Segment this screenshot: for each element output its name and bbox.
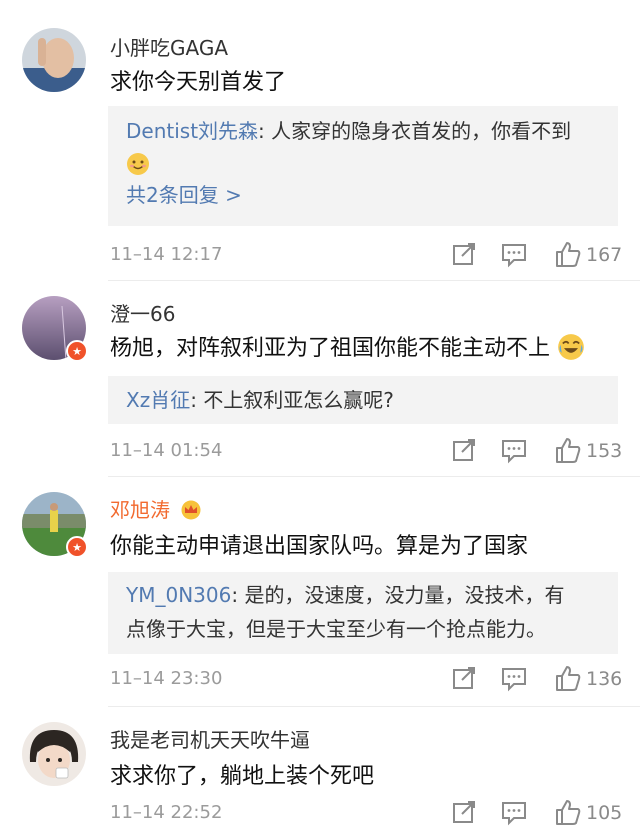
reply-text: 人家穿的隐身衣首发的，你看不到 <box>271 119 572 143</box>
avatar-wrapper: ★ <box>22 492 88 558</box>
username[interactable]: 澄一66 <box>110 298 175 327</box>
reply-line: Dentist刘先森: 人家穿的隐身衣首发的，你看不到 <box>126 119 572 143</box>
reply-box[interactable]: Dentist刘先森: 人家穿的隐身衣首发的，你看不到 共2条回复 > <box>108 106 618 226</box>
timestamp: 11–14 22:52 <box>110 802 223 823</box>
comment-footer: 11–14 23:30 136 <box>110 664 622 694</box>
timestamp: 11–14 12:17 <box>110 244 223 265</box>
laugh-cry-emoji-icon <box>558 334 584 360</box>
like-count: 105 <box>586 802 623 824</box>
smile-emoji-icon <box>127 153 149 175</box>
comment-text: 你能主动申请退出国家队吗。算是为了国家 <box>110 534 529 559</box>
more-replies-link[interactable]: 共2条回复 > <box>126 178 600 212</box>
reply-username[interactable]: Dentist刘先森 <box>126 119 258 143</box>
timestamp: 11–14 23:30 <box>110 668 223 689</box>
reply-text: 不上叙利亚怎么赢呢? <box>203 388 394 412</box>
comment-text: 求你今天别首发了 <box>110 70 287 95</box>
comment-footer: 11–14 22:52 105 <box>110 798 622 828</box>
username[interactable]: 小胖吃GAGA <box>110 32 228 61</box>
like-icon[interactable] <box>554 240 582 268</box>
comment-icon[interactable] <box>500 664 528 692</box>
like-icon[interactable] <box>554 664 582 692</box>
reply-box[interactable]: Xz肖征: 不上叙利亚怎么赢呢? <box>108 376 618 424</box>
share-icon[interactable] <box>450 664 478 692</box>
comment-item: 小胖吃GAGA 求你今天别首发了 Dentist刘先森: 人家穿的隐身衣首发的，… <box>0 0 640 282</box>
comment-icon[interactable] <box>500 798 528 826</box>
avatar-wrapper: ★ <box>22 296 88 362</box>
comment-icon[interactable] <box>500 436 528 464</box>
comment-text: 杨旭，对阵叙利亚为了祖国你能不能主动不上 <box>110 330 585 362</box>
reply-username[interactable]: Xz肖征 <box>126 388 190 412</box>
verified-badge-icon: ★ <box>66 536 88 558</box>
username[interactable]: 我是老司机天天吹牛逼 <box>110 724 310 753</box>
share-icon[interactable] <box>450 436 478 464</box>
avatar[interactable] <box>22 28 86 92</box>
comment-footer: 11–14 01:54 153 <box>110 436 622 466</box>
comment-item: 我是老司机天天吹牛逼 求求你了，躺地上装个死吧 11–14 22:52 105 <box>0 706 640 836</box>
like-icon[interactable] <box>554 798 582 826</box>
verified-badge-icon: ★ <box>66 340 88 362</box>
comment-item: ★ 澄一66 杨旭，对阵叙利亚为了祖国你能不能主动不上 Xz肖征: 不上叙利亚怎… <box>0 280 640 476</box>
username[interactable]: 邓旭涛 <box>110 494 202 523</box>
comment-text-content: 杨旭，对阵叙利亚为了祖国你能不能主动不上 <box>110 336 551 361</box>
like-count: 153 <box>586 440 623 462</box>
username-text: 邓旭涛 <box>110 498 170 522</box>
comment-footer: 11–14 12:17 167 <box>110 240 622 270</box>
share-icon[interactable] <box>450 240 478 268</box>
comment-icon[interactable] <box>500 240 528 268</box>
crown-icon <box>181 500 201 520</box>
reply-emoji-line <box>126 148 600 178</box>
reply-username[interactable]: YM_0N306 <box>126 583 231 607</box>
avatar[interactable] <box>22 722 86 786</box>
comment-item: ★ 邓旭涛 你能主动申请退出国家队吗。算是为了国家 YM_0N306: 是的，没… <box>0 476 640 706</box>
reply-text-continued: 点像于大宝，但是于大宝至少有一个抢点能力。 <box>126 617 546 641</box>
timestamp: 11–14 01:54 <box>110 440 223 461</box>
reply-box[interactable]: YM_0N306: 是的，没速度，没力量，没技术，有 点像于大宝，但是于大宝至少… <box>108 572 618 654</box>
like-icon[interactable] <box>554 436 582 464</box>
like-count: 167 <box>586 244 623 266</box>
reply-text: 是的，没速度，没力量，没技术，有 <box>244 583 565 607</box>
comment-text: 求求你了，躺地上装个死吧 <box>110 764 375 789</box>
like-count: 136 <box>586 668 623 690</box>
share-icon[interactable] <box>450 798 478 826</box>
reply-line: YM_0N306: 是的，没速度，没力量，没技术，有 <box>126 583 565 607</box>
